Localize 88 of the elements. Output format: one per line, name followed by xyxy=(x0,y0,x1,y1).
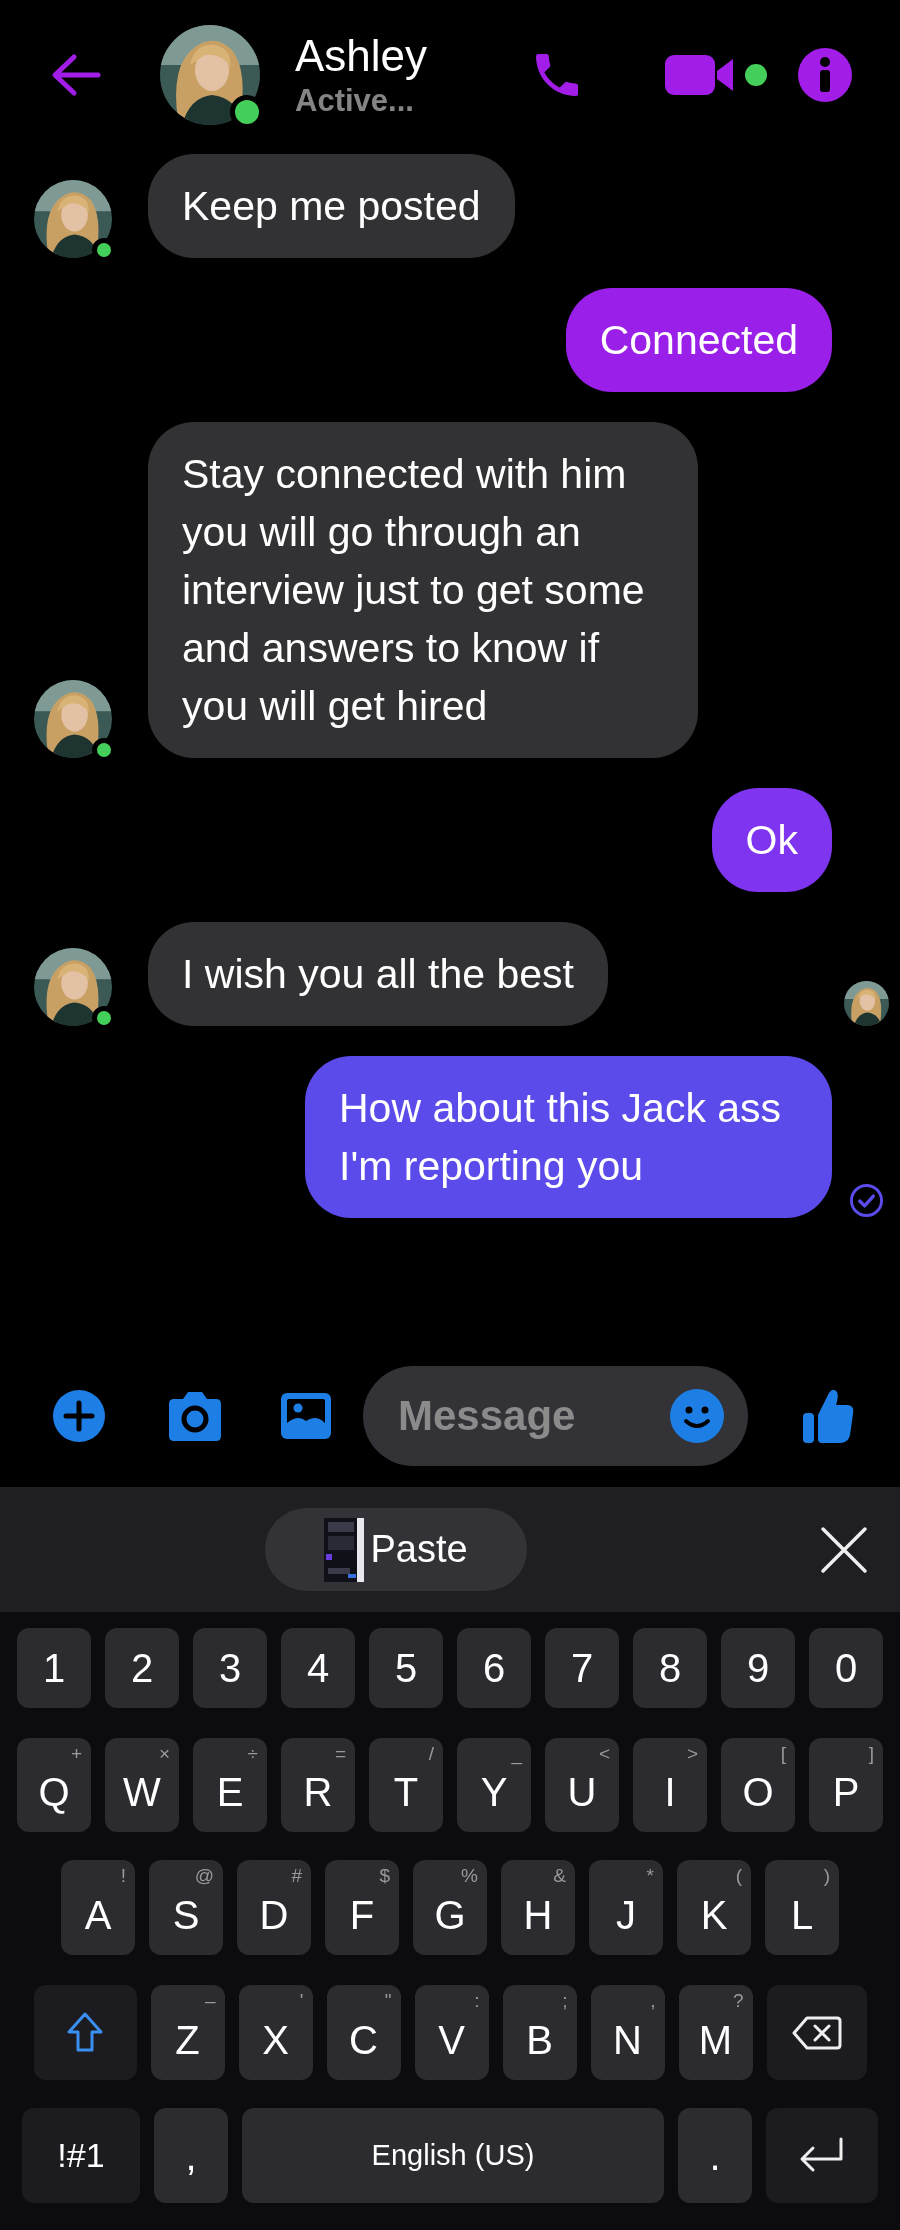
key[interactable]: F $ xyxy=(325,1860,399,1955)
key-hint: / xyxy=(428,1744,434,1763)
key[interactable]: 2 xyxy=(105,1628,179,1708)
key[interactable]: 1 xyxy=(17,1628,91,1708)
key[interactable]: O [ xyxy=(721,1738,795,1832)
key-hint: – xyxy=(204,1991,216,2010)
key-hint: + xyxy=(70,1744,82,1763)
key-hint: ? xyxy=(732,1991,744,2010)
message-bubble: Connected xyxy=(565,288,832,392)
info-icon[interactable] xyxy=(797,47,853,103)
key[interactable]: P ] xyxy=(809,1738,883,1832)
key[interactable]: 4 xyxy=(281,1628,355,1708)
key[interactable]: , xyxy=(154,2108,228,2203)
emoji-icon[interactable] xyxy=(670,1389,724,1443)
key[interactable]: G % xyxy=(413,1860,487,1955)
key[interactable]: N , xyxy=(590,1985,665,2080)
key[interactable]: 3 xyxy=(193,1628,267,1708)
key-hint: $ xyxy=(379,1866,390,1885)
message-bubble: Stay connected with him you will go through an interview just to get some and answers to know if you will get hired xyxy=(148,422,698,758)
close-icon[interactable] xyxy=(820,1525,868,1574)
shift-key[interactable] xyxy=(33,1985,137,2080)
key[interactable]: L ) xyxy=(765,1860,839,1955)
key[interactable]: Q + xyxy=(17,1738,91,1832)
key[interactable]: H & xyxy=(501,1860,575,1955)
key[interactable]: I > xyxy=(633,1738,707,1832)
paste-button[interactable]: Paste xyxy=(265,1508,527,1591)
key-hint: < xyxy=(598,1744,610,1763)
message-bubble: How about this Jack ass I'm reporting you xyxy=(305,1056,832,1218)
key-hint: ÷ xyxy=(247,1744,258,1763)
backspace-key[interactable] xyxy=(766,1985,867,2080)
plus-icon[interactable] xyxy=(53,1390,105,1442)
key[interactable]: M ? xyxy=(678,1985,753,2080)
contact-name: Ashley xyxy=(295,31,428,82)
message-bubble: I wish you all the best xyxy=(148,922,608,1026)
key-hint: % xyxy=(461,1866,478,1885)
key-hint: * xyxy=(646,1866,654,1885)
key[interactable]: S @ xyxy=(149,1860,223,1955)
key[interactable]: 6 xyxy=(457,1628,531,1708)
shift-icon xyxy=(65,2010,105,2055)
key[interactable]: U < xyxy=(545,1738,619,1832)
key-hint: ) xyxy=(823,1866,830,1885)
key-hint: , xyxy=(650,1991,656,2010)
contact-status: Active... xyxy=(295,81,415,119)
key-hint: × xyxy=(158,1744,170,1763)
key[interactable]: W × xyxy=(105,1738,179,1832)
key[interactable]: X ' xyxy=(238,1985,313,2080)
key[interactable]: E ÷ xyxy=(193,1738,267,1832)
key[interactable]: A ! xyxy=(61,1860,135,1955)
key-hint: ! xyxy=(120,1866,126,1885)
key-hint: " xyxy=(384,1991,392,2010)
key[interactable]: K ( xyxy=(677,1860,751,1955)
like-icon[interactable] xyxy=(801,1387,855,1445)
key[interactable]: 7 xyxy=(545,1628,619,1708)
symbols-key[interactable]: !#1 xyxy=(22,2108,140,2203)
key-hint: ( xyxy=(735,1866,742,1885)
key-hint: # xyxy=(291,1866,302,1885)
key[interactable]: T / xyxy=(369,1738,443,1832)
message-field[interactable]: Message xyxy=(363,1366,748,1466)
key[interactable]: 9 xyxy=(721,1628,795,1708)
message-bubble: Ok xyxy=(711,788,832,892)
key[interactable]: Z – xyxy=(150,1985,225,2080)
back-icon[interactable] xyxy=(50,53,102,97)
key-hint: ] xyxy=(868,1744,874,1763)
key[interactable]: 0 xyxy=(809,1628,883,1708)
key-hint: ; xyxy=(562,1991,568,2010)
key[interactable]: D # xyxy=(237,1860,311,1955)
key[interactable]: 5 xyxy=(369,1628,443,1708)
key-hint: > xyxy=(686,1744,698,1763)
key-hint: & xyxy=(553,1866,566,1885)
key[interactable]: V : xyxy=(414,1985,489,2080)
key-hint: @ xyxy=(194,1866,214,1885)
key-hint: _ xyxy=(511,1744,522,1763)
space-key[interactable]: English (US) xyxy=(242,2108,664,2203)
backspace-icon xyxy=(791,2015,842,2050)
image-icon[interactable] xyxy=(278,1390,334,1442)
key[interactable]: Y _ xyxy=(457,1738,531,1832)
key[interactable]: 8 xyxy=(633,1628,707,1708)
enter-key[interactable] xyxy=(766,2108,878,2203)
key[interactable]: B ; xyxy=(502,1985,577,2080)
key[interactable]: . xyxy=(678,2108,752,2203)
key-hint: [ xyxy=(780,1744,786,1763)
key-hint: = xyxy=(334,1744,346,1763)
key[interactable]: J * xyxy=(589,1860,663,1955)
key-hint: : xyxy=(474,1991,480,2010)
key[interactable]: R = xyxy=(281,1738,355,1832)
key[interactable]: C " xyxy=(326,1985,401,2080)
message-bubble: Keep me posted xyxy=(148,154,515,258)
key-hint: ' xyxy=(299,1991,304,2010)
